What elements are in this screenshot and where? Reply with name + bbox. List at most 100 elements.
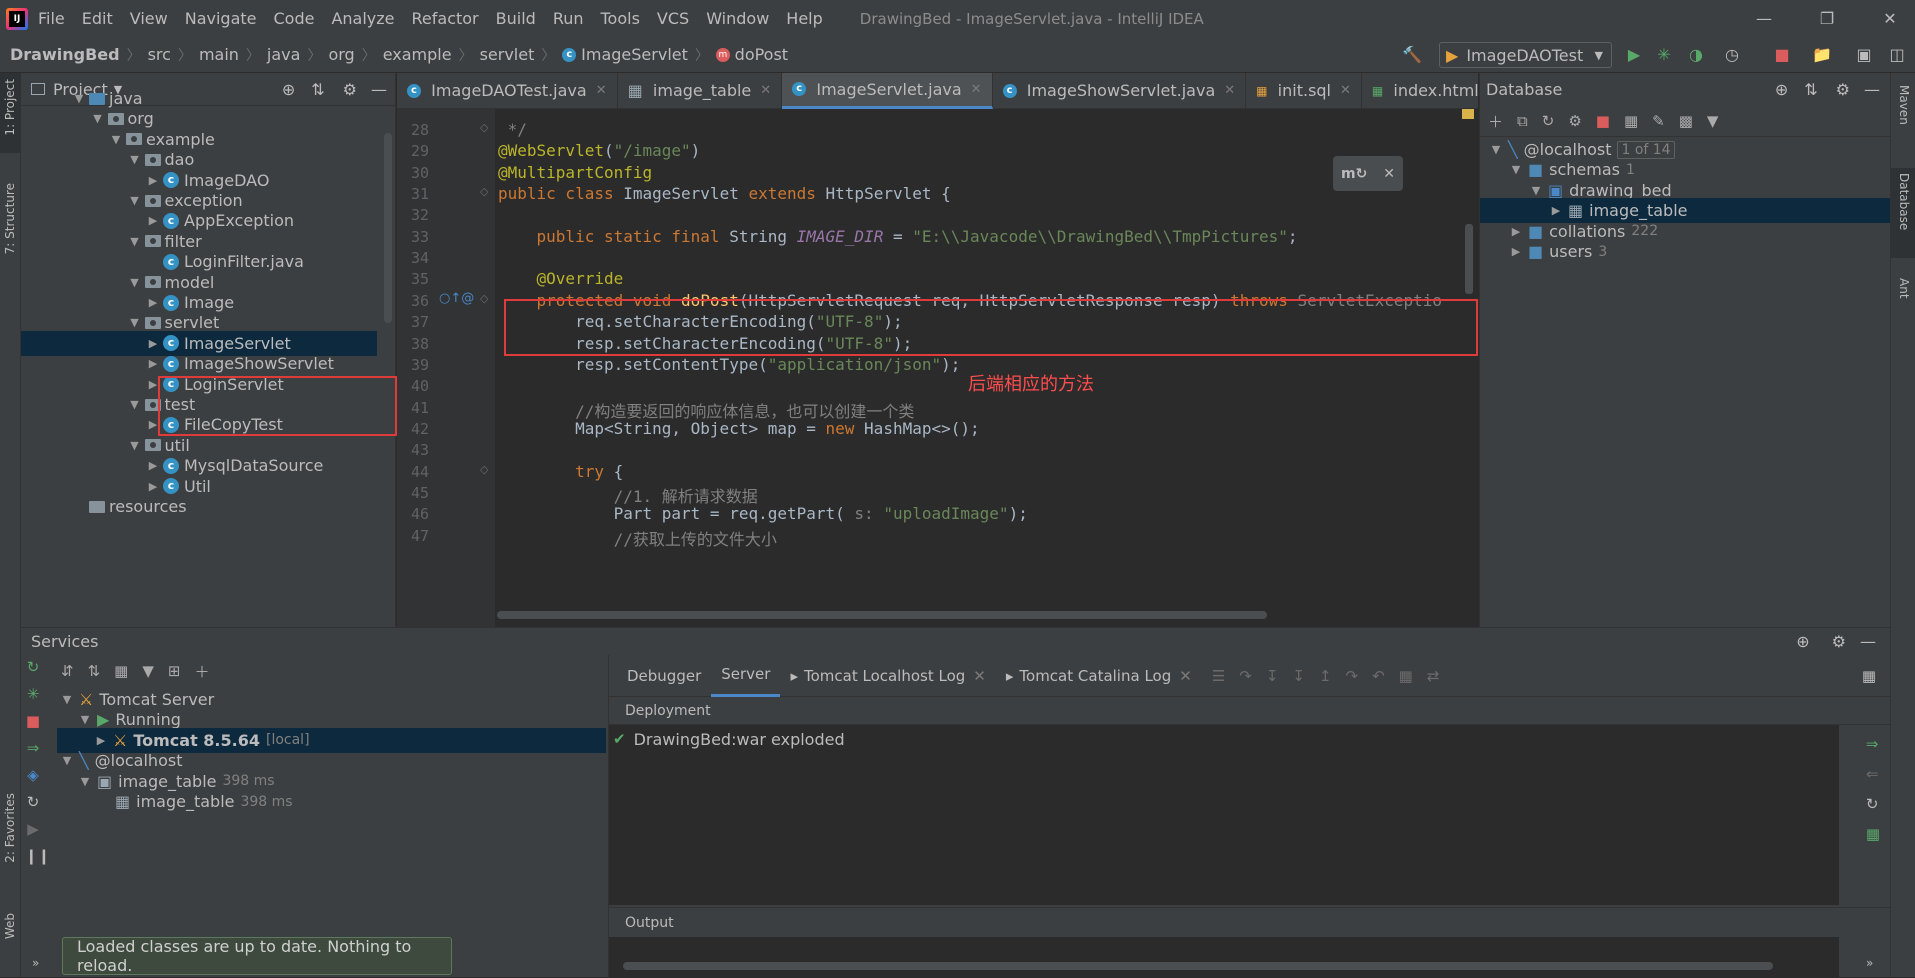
close-icon[interactable]: ✕: [760, 83, 771, 98]
deployment-item[interactable]: ✔ DrawingBed:war exploded: [609, 725, 1839, 753]
locate-icon[interactable]: ⊕: [282, 80, 295, 99]
menu-code[interactable]: Code: [274, 9, 315, 28]
menu-analyze[interactable]: Analyze: [331, 9, 394, 28]
stop-icon[interactable]: ■: [1596, 112, 1610, 130]
tab-init-sql[interactable]: ▦ init.sql ✕: [1246, 72, 1362, 109]
chevron-down-icon[interactable]: ▼: [127, 316, 143, 329]
run-config-select[interactable]: ▶ ImageDAOTest ▼: [1439, 42, 1612, 68]
tool-window-database[interactable]: Database: [1897, 173, 1911, 230]
services-tree-item[interactable]: ▦ image_table 398 ms: [95, 789, 293, 814]
editor-scrollbar[interactable]: [1465, 224, 1473, 294]
copy-icon[interactable]: ⧉: [1517, 112, 1528, 130]
tool-window-ant[interactable]: Ant: [1897, 278, 1911, 299]
fold-icon[interactable]: ◇: [480, 185, 488, 198]
tab-image-table[interactable]: ▦ image_table ✕: [618, 72, 783, 109]
breadcrumb-example[interactable]: example: [383, 45, 452, 64]
code-line[interactable]: */: [498, 120, 527, 139]
chevron-right-icon[interactable]: ▶: [145, 296, 161, 309]
locate-icon[interactable]: ⊕: [1796, 632, 1809, 651]
chevron-right-icon[interactable]: ▶: [145, 480, 161, 493]
breadcrumb-method[interactable]: doPost: [735, 45, 788, 64]
code-line[interactable]: public static final String IMAGE_DIR = "…: [498, 227, 1298, 246]
fold-icon[interactable]: ◇: [480, 292, 488, 305]
menu-file[interactable]: File: [38, 9, 65, 28]
tab-imageshowservlet[interactable]: c ImageShowServlet.java ✕: [993, 72, 1247, 109]
debug-icon[interactable]: ✳: [1652, 43, 1676, 67]
code-line[interactable]: Part part = req.getPart( s: "uploadImage…: [498, 504, 1028, 523]
breadcrumb-java[interactable]: java: [267, 45, 301, 64]
chevron-down-icon[interactable]: ▼: [127, 398, 143, 411]
chevron-down-icon[interactable]: ▼: [1488, 143, 1504, 156]
add-icon[interactable]: ＋: [1488, 111, 1503, 132]
close-icon[interactable]: ✕: [971, 82, 982, 97]
chevron-right-icon[interactable]: ▶: [93, 734, 109, 747]
deploy-icon[interactable]: ◈: [25, 766, 41, 784]
search-everywhere-icon[interactable]: ◫: [1885, 43, 1909, 67]
warning-marker[interactable]: [1462, 109, 1474, 119]
minimize-icon[interactable]: —: [1739, 0, 1789, 37]
chevron-right-icon[interactable]: ▶: [145, 337, 161, 350]
layout-icon[interactable]: ▦: [1862, 667, 1876, 685]
close-window-icon[interactable]: ✕: [1865, 0, 1915, 37]
chevron-down-icon[interactable]: ▼: [1508, 163, 1524, 176]
new-tab-icon[interactable]: ⊞: [168, 662, 181, 680]
expand-icon[interactable]: »: [1866, 956, 1873, 970]
deploy-icon[interactable]: ⇒: [1866, 735, 1880, 753]
chevron-right-icon[interactable]: ▶: [145, 214, 161, 227]
close-icon[interactable]: ✕: [1179, 667, 1192, 685]
expand-icon[interactable]: »: [32, 956, 39, 970]
menu-vcs[interactable]: VCS: [657, 9, 689, 28]
tool-window-project[interactable]: 1: Project: [3, 79, 17, 136]
breadcrumb-project[interactable]: DrawingBed: [10, 45, 120, 64]
filter-icon[interactable]: ▼: [142, 662, 154, 680]
breadcrumb-class[interactable]: ImageServlet: [581, 45, 688, 64]
project-structure-icon[interactable]: 📁: [1810, 43, 1834, 67]
breadcrumb-main[interactable]: main: [199, 45, 239, 64]
hide-icon[interactable]: —: [1860, 632, 1876, 651]
breadcrumb-org[interactable]: org: [328, 45, 354, 64]
tool-window-web[interactable]: Web: [3, 913, 17, 939]
pause-icon[interactable]: ❙❙: [25, 847, 50, 865]
menu-run[interactable]: Run: [553, 9, 584, 28]
output-hscrollbar[interactable]: [623, 962, 1773, 970]
console-icon[interactable]: ▩: [1679, 112, 1693, 130]
maven-reload-hint[interactable]: m↻ ✕: [1333, 156, 1403, 191]
code-line[interactable]: @MultipartConfig: [498, 163, 652, 182]
code-line[interactable]: try {: [498, 462, 623, 481]
chevron-down-icon[interactable]: ▼: [90, 112, 106, 125]
undeploy-icon[interactable]: ⇐: [1866, 765, 1880, 783]
tool-window-maven[interactable]: Maven: [1897, 85, 1911, 125]
log-toolbar-icons[interactable]: ☰↷↧↧↥↷↶▦⇄: [1212, 667, 1454, 685]
close-icon[interactable]: ✕: [1224, 83, 1235, 98]
chevron-down-icon[interactable]: ▼: [1528, 184, 1544, 197]
fold-icon[interactable]: ◇: [480, 121, 488, 134]
tab-server[interactable]: Server: [711, 655, 781, 697]
tab-catalina-log[interactable]: ▸ Tomcat Catalina Log ✕: [996, 655, 1202, 697]
chevron-down-icon[interactable]: ▼: [127, 194, 143, 207]
code-line[interactable]: resp.setContentType("application/json");: [498, 355, 960, 374]
update-icon[interactable]: ⇒: [25, 739, 41, 757]
chevron-down-icon[interactable]: ▼: [59, 754, 75, 767]
breadcrumb-servlet[interactable]: servlet: [480, 45, 535, 64]
chevron-right-icon[interactable]: ▶: [145, 357, 161, 370]
hide-icon[interactable]: —: [371, 80, 387, 99]
build-hammer-icon[interactable]: 🔨: [1400, 43, 1424, 67]
chevron-down-icon[interactable]: ▼: [77, 713, 93, 726]
breadcrumb-src[interactable]: src: [148, 45, 171, 64]
chevron-down-icon[interactable]: ▼: [77, 775, 93, 788]
chevron-down-icon[interactable]: ▼: [71, 92, 87, 105]
close-icon[interactable]: ✕: [1383, 166, 1395, 182]
refresh-icon[interactable]: ↻: [1866, 795, 1880, 813]
add-artifact-icon[interactable]: ▦: [1866, 825, 1880, 843]
project-scrollbar[interactable]: [384, 133, 392, 323]
tab-imagedaotest[interactable]: c ImageDAOTest.java ✕: [397, 72, 618, 109]
menu-window[interactable]: Window: [706, 9, 769, 28]
chevron-down-icon[interactable]: ▼: [59, 693, 75, 706]
code-line[interactable]: public class ImageServlet extends HttpSe…: [498, 184, 951, 203]
gear-icon[interactable]: ⚙: [1832, 632, 1846, 651]
add-icon[interactable]: ＋: [194, 661, 209, 682]
locate-icon[interactable]: ⊕: [1775, 80, 1788, 99]
project-tree-item[interactable]: resources: [71, 494, 187, 519]
run-icon[interactable]: ▶: [1622, 43, 1646, 67]
gear-icon[interactable]: ⚙: [1836, 80, 1850, 99]
